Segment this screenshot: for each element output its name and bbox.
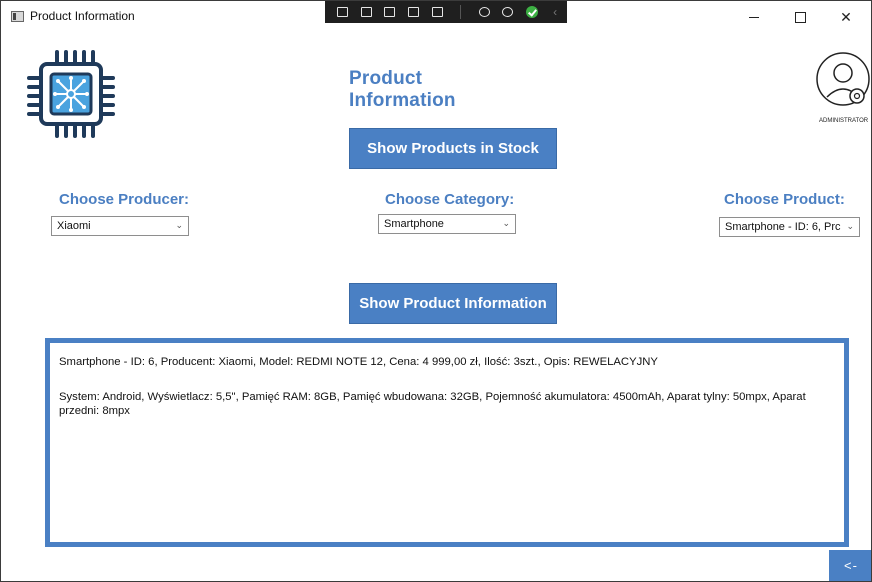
category-dropdown[interactable]: Smartphone ⌄ bbox=[378, 214, 516, 234]
window-title: Product Information bbox=[30, 9, 135, 23]
show-products-in-stock-button[interactable]: Show Products in Stock bbox=[349, 128, 557, 169]
chevron-down-icon: ⌄ bbox=[502, 218, 510, 228]
minimize-button[interactable] bbox=[731, 1, 777, 33]
product-info-line-1: Smartphone - ID: 6, Producent: Xiaomi, M… bbox=[59, 356, 658, 368]
hot-reload-icon[interactable] bbox=[425, 1, 449, 23]
admin-label: ADMINISTRATOR bbox=[819, 118, 869, 124]
choose-category-label: Choose Category: bbox=[385, 191, 515, 208]
product-info-line-2: System: Android, Wyświetlacz: 5,5", Pami… bbox=[59, 391, 806, 417]
collapse-icon[interactable]: ‹ bbox=[543, 1, 567, 23]
product-dropdown-value: Smartphone - ID: 6, Prc bbox=[725, 221, 841, 233]
chip-logo-icon bbox=[27, 50, 115, 138]
minimize-icon bbox=[749, 16, 759, 18]
maximize-icon bbox=[794, 11, 806, 23]
ok-status-icon[interactable] bbox=[520, 1, 544, 23]
app-window-icon bbox=[11, 11, 24, 22]
page-title: Product Information bbox=[349, 68, 456, 111]
binding-failures-icon[interactable] bbox=[473, 1, 497, 23]
producer-dropdown-value: Xiaomi bbox=[57, 220, 91, 232]
choose-product-label: Choose Product: bbox=[724, 191, 845, 208]
close-button[interactable]: ✕ bbox=[823, 1, 869, 33]
app-window: Product Information ‹ ✕ Product Informat… bbox=[0, 0, 872, 582]
back-button[interactable]: <- bbox=[829, 550, 871, 581]
producer-dropdown[interactable]: Xiaomi ⌄ bbox=[51, 216, 189, 236]
maximize-button[interactable] bbox=[777, 1, 823, 33]
preview-icon[interactable] bbox=[355, 1, 379, 23]
accessibility-icon[interactable] bbox=[496, 1, 520, 23]
title-bar: Product Information ‹ ✕ bbox=[1, 1, 871, 33]
debug-toolbar: ‹ bbox=[325, 1, 567, 23]
admin-avatar-icon bbox=[816, 52, 870, 106]
layout-adorner-icon[interactable] bbox=[402, 1, 426, 23]
product-info-textbox[interactable]: Smartphone - ID: 6, Producent: Xiaomi, M… bbox=[45, 338, 849, 547]
select-element-icon[interactable] bbox=[331, 1, 355, 23]
chevron-down-icon: ⌄ bbox=[175, 220, 183, 230]
category-dropdown-value: Smartphone bbox=[384, 218, 444, 230]
show-product-information-button[interactable]: Show Product Information bbox=[349, 283, 557, 324]
product-dropdown[interactable]: Smartphone - ID: 6, Prc ⌄ bbox=[719, 217, 860, 237]
choose-producer-label: Choose Producer: bbox=[59, 191, 190, 208]
track-focus-icon[interactable] bbox=[378, 1, 402, 23]
close-icon: ✕ bbox=[840, 8, 852, 25]
chevron-down-icon: ⌄ bbox=[843, 221, 854, 232]
toolbar-separator bbox=[449, 1, 473, 23]
